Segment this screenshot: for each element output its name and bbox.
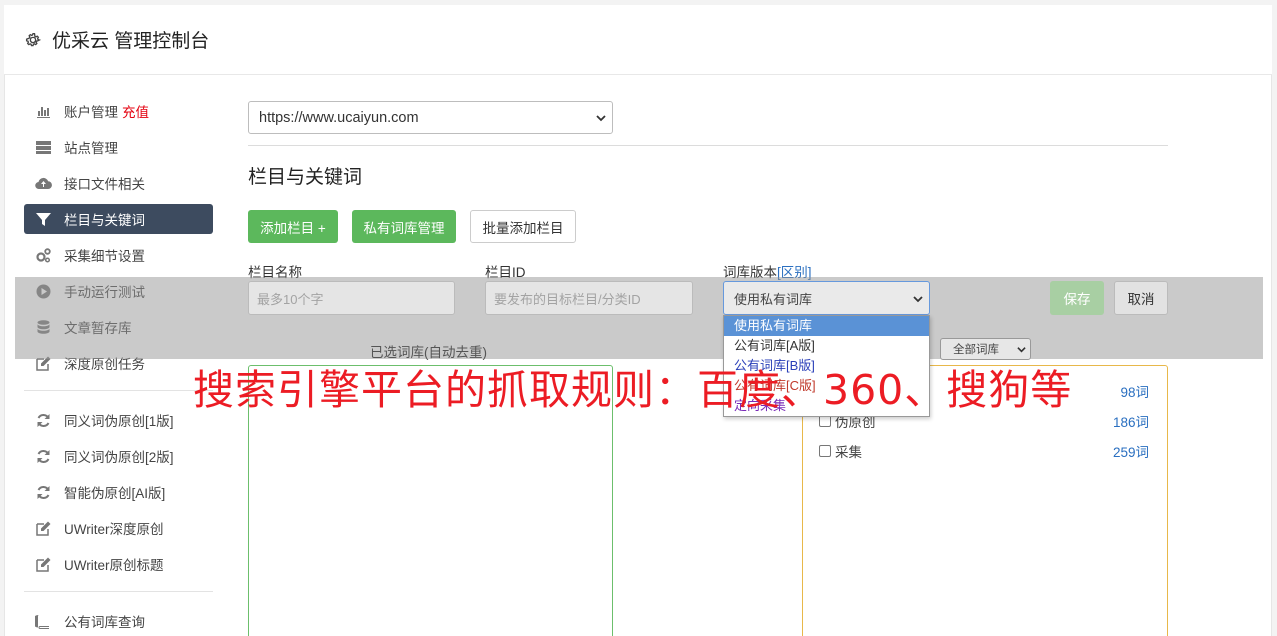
- chevron-down-icon: [1017, 347, 1026, 353]
- cancel-button[interactable]: 取消: [1114, 281, 1168, 315]
- chevron-down-icon: [913, 296, 923, 303]
- sidebar-item-label: 接口文件相关: [64, 177, 145, 192]
- sidebar-item-synonym-v1[interactable]: 同义词伪原创[1版]: [24, 405, 213, 435]
- sidebar-item-label: UWriter原创标题: [64, 558, 164, 573]
- recharge-link[interactable]: 充值: [122, 101, 149, 121]
- page-title: 栏目与关键词: [248, 167, 363, 188]
- library-count: 186词: [1112, 415, 1149, 430]
- sidebar-item-ai-rewrite[interactable]: 智能伪原创[AI版]: [24, 477, 213, 507]
- refresh-icon: [35, 484, 52, 501]
- site-select-value: https://www.ucaiyun.com: [259, 109, 419, 126]
- sidebar-item-label: 同义词伪原创[1版]: [64, 414, 174, 429]
- edit-icon: [35, 520, 52, 537]
- cogs-icon: [35, 247, 52, 264]
- refresh-icon: [35, 448, 52, 465]
- sidebar-item-account[interactable]: 账户管理 充值: [24, 96, 213, 126]
- sidebar-item-columns[interactable]: 栏目与关键词: [24, 204, 213, 234]
- sidebar-item-label: 同义词伪原创[2版]: [64, 450, 174, 465]
- sidebar-item-interface[interactable]: 接口文件相关: [24, 168, 213, 198]
- sidebar-divider: [24, 390, 213, 391]
- library-count: 259词: [1112, 445, 1149, 460]
- column-id-placeholder: 要发布的目标栏目/分类ID: [494, 291, 641, 307]
- column-name-placeholder: 最多10个字: [257, 291, 324, 307]
- add-column-button[interactable]: 添加栏目 +: [248, 210, 338, 243]
- library-name: 采集: [835, 445, 862, 460]
- library-filter-value: 全部词库: [953, 344, 999, 356]
- site-select[interactable]: https://www.ucaiyun.com: [248, 101, 613, 134]
- save-button[interactable]: 保存: [1050, 281, 1104, 315]
- private-library-button[interactable]: 私有词库管理: [352, 210, 456, 243]
- divider: [248, 145, 1168, 146]
- dropdown-option[interactable]: 公有词库[A版]: [724, 336, 929, 356]
- sidebar: 账户管理 充值 站点管理 接口文件相关 栏目与关键词 采集细节设置 手动运行测试…: [24, 96, 213, 636]
- sidebar-item-label: 栏目与关键词: [64, 213, 145, 228]
- gear-icon: [25, 32, 42, 46]
- sidebar-item-collect-settings[interactable]: 采集细节设置: [24, 240, 213, 270]
- column-name-input[interactable]: 最多10个字: [248, 281, 455, 315]
- server-icon: [35, 139, 52, 156]
- library-checkbox[interactable]: [819, 445, 831, 457]
- library-version-value: 使用私有词库: [734, 291, 813, 307]
- app-title: 优采云 管理控制台: [52, 31, 210, 52]
- sidebar-item-label: UWriter深度原创: [64, 522, 164, 537]
- batch-add-column-button[interactable]: 批量添加栏目: [470, 210, 576, 243]
- library-version-select[interactable]: 使用私有词库: [723, 281, 930, 315]
- refresh-icon: [35, 412, 52, 429]
- chevron-down-icon: [596, 115, 606, 122]
- sidebar-item-label: 账户管理: [64, 105, 118, 120]
- book-icon: [32, 613, 52, 630]
- watermark-text: 搜索引擎平台的抓取规则：百度、360、搜狗等: [193, 366, 1073, 414]
- edit-icon: [35, 556, 52, 573]
- sidebar-divider: [24, 591, 213, 592]
- sidebar-item-sites[interactable]: 站点管理: [24, 132, 213, 162]
- sidebar-item-label: 公有词库查询: [64, 615, 145, 630]
- library-item[interactable]: 采集 259词: [819, 441, 1149, 461]
- sidebar-item-label: 智能伪原创[AI版]: [64, 486, 166, 501]
- sidebar-item-label: 采集细节设置: [64, 249, 145, 264]
- sidebar-item-public-lib[interactable]: 公有词库查询: [24, 606, 213, 636]
- sidebar-item-synonym-v2[interactable]: 同义词伪原创[2版]: [24, 441, 213, 471]
- bar-chart-icon: [35, 103, 52, 120]
- cloud-upload-icon: [35, 175, 52, 192]
- dropdown-option[interactable]: 使用私有词库: [724, 316, 929, 336]
- library-count: 98词: [1120, 385, 1149, 400]
- filter-icon: [35, 211, 52, 228]
- column-id-input[interactable]: 要发布的目标栏目/分类ID: [485, 281, 693, 315]
- sidebar-item-uwriter-title[interactable]: UWriter原创标题: [24, 549, 213, 579]
- sidebar-item-uwriter-deep[interactable]: UWriter深度原创: [24, 513, 213, 543]
- app-header: 优采云 管理控制台: [4, 5, 1272, 75]
- sidebar-item-label: 站点管理: [64, 141, 118, 156]
